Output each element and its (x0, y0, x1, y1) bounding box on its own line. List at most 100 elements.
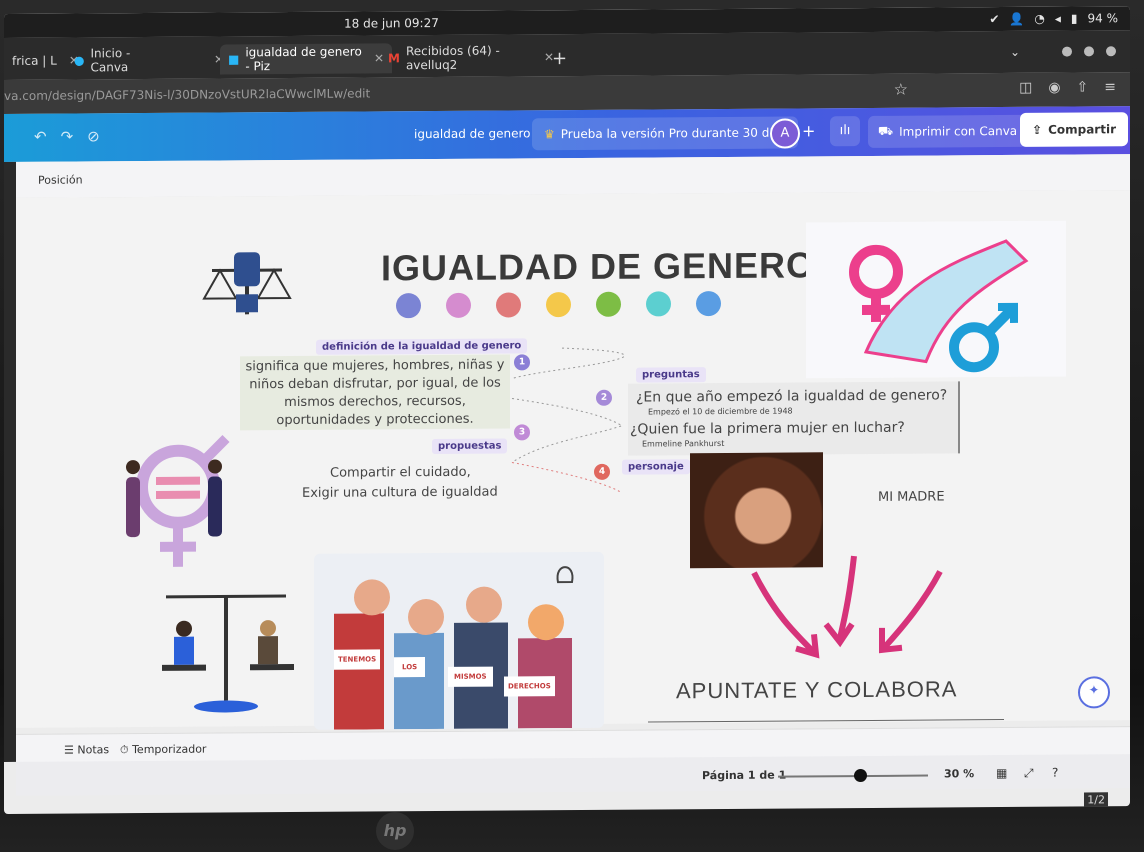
tag-preguntas: preguntas (636, 367, 706, 383)
try-pro-label: Prueba la versión Pro durante 30 días (560, 125, 787, 142)
page-bar: Página 1 de 1 30 % ▦ ⤢ ? (16, 754, 1130, 796)
connector-lines (511, 347, 625, 493)
menu-icon[interactable]: ≡ (1104, 79, 1116, 95)
hp-logo: hp (376, 812, 414, 850)
share-icon: ⇪ (1032, 122, 1043, 137)
step-number: 4 (594, 463, 610, 480)
divider-line (648, 719, 1004, 723)
people-figures (334, 566, 574, 730)
bookmark-star-icon[interactable]: ☆ (894, 80, 908, 99)
system-tray[interactable]: ✔ 👤 ◔ ◂ ▮ 94 % (989, 11, 1118, 26)
check-icon: ✔ (989, 12, 1000, 27)
canva-icon: ● (74, 53, 85, 68)
answer-1: Empezó el 10 de diciembre de 1948 (648, 406, 793, 417)
sign-word: LOS (394, 657, 426, 678)
tab-label: Inicio - Canva (90, 46, 131, 75)
tag-personaje: personaje (622, 459, 690, 475)
notes-label: Notas (77, 743, 110, 757)
definition-box[interactable]: significa que mujeres, hombres, niñas y … (240, 354, 510, 431)
extensions-icon[interactable]: ⇧ (1077, 79, 1089, 95)
user-icon: 👤 (1009, 11, 1025, 26)
screen: 18 de jun 09:27 ✔ 👤 ◔ ◂ ▮ 94 % frica | L… (4, 6, 1130, 814)
truck-icon: ⛟ (878, 123, 894, 138)
tab-label: igualdad de genero - Piz (245, 44, 362, 74)
notes-button[interactable]: ☰ Notas (64, 743, 109, 756)
url-field[interactable]: va.com/design/DAGF73Nis-l/30DNzoVstUR2la… (4, 86, 370, 103)
new-tab-button[interactable]: + (552, 48, 567, 69)
cloud-saved-icon[interactable]: ⊘ (87, 127, 100, 145)
dot (446, 292, 471, 318)
avatar[interactable]: A (770, 118, 800, 149)
gmail-icon: M (388, 51, 400, 66)
question-2: ¿Quien fue la primera mujer en luchar? (630, 419, 905, 438)
tab-label: Recibidos (64) - avelluq2 (405, 43, 500, 73)
propuestas-line-1: Compartir el cuidado, (330, 464, 471, 481)
fullscreen-icon[interactable]: ⤢ (1024, 766, 1034, 781)
design-title: IGUALDAD DE GENERO (381, 244, 816, 289)
dot (496, 292, 521, 318)
close-window-icon[interactable] (1106, 46, 1116, 57)
apuntate-text: APUNTATE Y COLABORA (676, 676, 958, 704)
volume-icon: ◂ (1054, 11, 1061, 26)
position-button[interactable]: Posición (38, 173, 83, 186)
canva-header: ↶ ↷ ⊘ igualdad de genero ♛ Prueba la ver… (4, 106, 1130, 162)
personaje-photo[interactable] (690, 452, 823, 569)
redo-icon[interactable]: ↷ (61, 128, 74, 146)
share-button[interactable]: ⇪ Compartir (1020, 112, 1128, 147)
account-icon[interactable]: ◉ (1048, 80, 1060, 96)
pocket-icon[interactable]: ◫ (1019, 80, 1032, 96)
zoom-level[interactable]: 30 % (944, 767, 974, 780)
tag-propuestas: propuestas (432, 438, 508, 455)
grid-view-icon[interactable]: ▦ (996, 766, 1007, 780)
tab-igualdad-de-genero[interactable]: ■ igualdad de genero - Piz ✕ (220, 43, 392, 75)
magic-assistant-button[interactable]: ✦ (1078, 676, 1110, 709)
window-controls[interactable] (1062, 46, 1116, 57)
chevron-down-icon[interactable]: ⌄ (1010, 45, 1020, 59)
zoom-slider-handle[interactable] (854, 768, 867, 783)
help-icon[interactable]: ? (1052, 766, 1058, 780)
page-count: 1/2 (1084, 792, 1108, 808)
zoom-slider[interactable] (778, 774, 928, 778)
question-1: ¿En que año empezó la igualdad de genero… (636, 387, 948, 406)
dot (696, 290, 721, 317)
undo-icon[interactable]: ↶ (34, 128, 47, 146)
share-label: Compartir (1048, 122, 1116, 137)
sign-word: MISMOS (448, 666, 493, 687)
tab-inicio-canva[interactable]: ● Inicio - Canva ✕ (66, 44, 232, 75)
dot (646, 291, 671, 317)
minimize-icon[interactable] (1062, 46, 1072, 57)
clock[interactable]: 18 de jun 09:27 (344, 16, 439, 31)
document-title[interactable]: igualdad de genero (414, 126, 530, 141)
dot (596, 291, 621, 317)
gender-equality-illustration (126, 434, 230, 567)
try-pro-button[interactable]: ♛ Prueba la versión Pro durante 30 días (532, 116, 799, 151)
battery-level: 94 % (1087, 11, 1119, 26)
justice-scale-icon (202, 252, 292, 315)
sign-word: DERECHOS (504, 676, 555, 697)
tab-label: frica | L (12, 53, 57, 68)
battery-icon: ▮ (1070, 11, 1078, 26)
page-indicator[interactable]: Página 1 de 1 (702, 769, 786, 783)
canva-icon: ■ (228, 52, 240, 67)
maximize-icon[interactable] (1084, 46, 1094, 57)
step-number: 2 (596, 389, 612, 406)
design-canvas[interactable]: IGUALDAD DE GENERO definición de la igua… (16, 190, 1130, 730)
print-button[interactable]: ⛟ Imprimir con Canva (868, 114, 1028, 148)
balance-illustration (162, 594, 294, 713)
propuestas-line-2: Exigir una cultura de igualdad (302, 484, 498, 501)
color-dots (396, 290, 721, 319)
crown-icon: ♛ (544, 127, 555, 142)
tag-definition: definición de la igualdad de genero (316, 338, 528, 355)
timer-button[interactable]: ⏱ Temporizador (120, 743, 206, 758)
dot (546, 292, 571, 318)
timer-label: Temporizador (132, 742, 207, 757)
print-label: Imprimir con Canva (899, 123, 1018, 139)
arrows-illustration (751, 555, 943, 659)
answer-2: Emmeline Pankhurst (642, 438, 725, 449)
tab-gmail[interactable]: M Recibidos (64) - avelluq2 ✕ (380, 42, 562, 73)
add-collaborator-button[interactable]: + (802, 121, 815, 140)
wifi-icon: ◔ (1034, 11, 1045, 26)
stats-chart-icon[interactable]: ılı (830, 116, 860, 147)
people-signs-illustration: TENEMOS LOS MISMOS DERECHOS (314, 551, 604, 730)
side-panel-rail[interactable] (4, 161, 16, 762)
